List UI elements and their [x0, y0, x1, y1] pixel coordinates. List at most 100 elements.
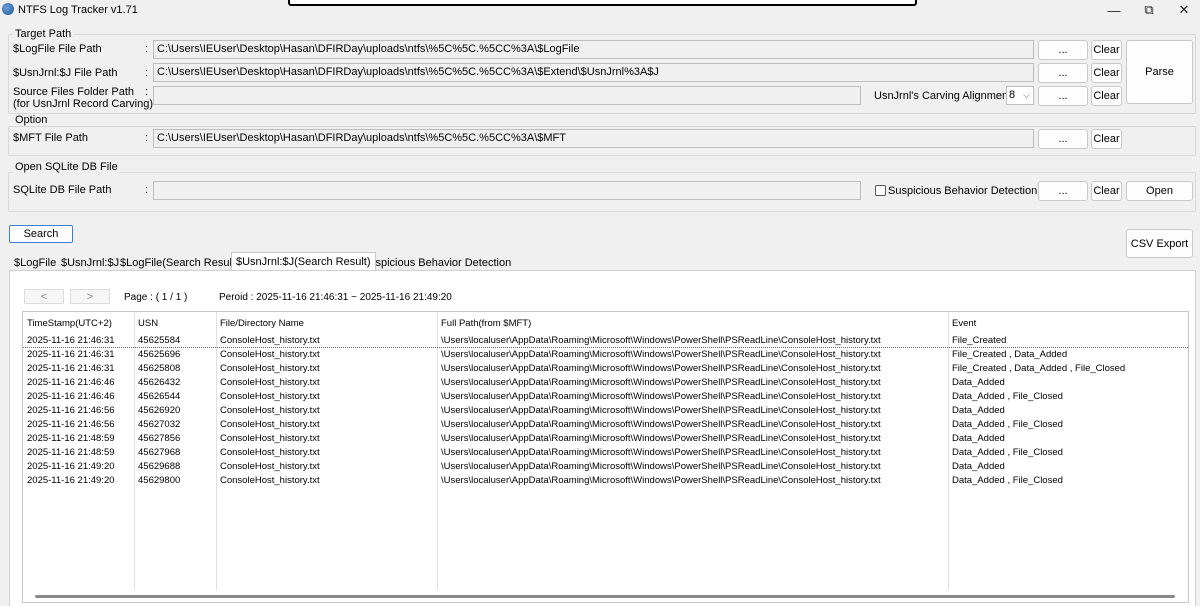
source-folder-sublabel: (for UsnJrnl Record Carving) [13, 98, 153, 110]
table-row[interactable]: 2025-11-16 21:46:46 45626544 ConsoleHost_h… [23, 390, 1188, 404]
mft-clear-button[interactable]: Clear [1091, 129, 1122, 149]
parse-button[interactable]: Parse [1126, 40, 1193, 104]
cell-event: Data_Added , File_Closed [952, 475, 1063, 486]
cell-name: ConsoleHost_history.txt [220, 405, 320, 416]
prev-page-button[interactable]: < [24, 289, 64, 304]
column-header-event[interactable]: Event [952, 318, 976, 329]
logfile-browse-button[interactable]: ... [1038, 40, 1088, 60]
window-title: NTFS Log Tracker v1.71 [18, 4, 138, 16]
horizontal-scrollbar[interactable] [23, 590, 1188, 602]
table-row[interactable]: 2025-11-16 21:49:20 45629800 ConsoleHost_h… [23, 474, 1188, 488]
carving-alignment-label: UsnJrnl's Carving Alignment : [874, 90, 1018, 102]
usnjrnl-clear-button[interactable]: Clear [1091, 63, 1122, 83]
table-row[interactable]: 2025-11-16 21:46:31 45625808 ConsoleHost_h… [23, 362, 1188, 376]
column-header-full-path[interactable]: Full Path(from $MFT) [441, 318, 531, 329]
open-button[interactable]: Open [1126, 181, 1193, 201]
cell-timestamp: 2025-11-16 21:46:46 [27, 391, 115, 402]
search-button[interactable]: Search [9, 225, 73, 243]
mft-browse-button[interactable]: ... [1038, 129, 1088, 149]
cell-usn: 45627032 [138, 419, 181, 430]
cell-name: ConsoleHost_history.txt [220, 419, 320, 430]
cell-name: ConsoleHost_history.txt [220, 377, 320, 388]
table-row[interactable]: 2025-11-16 21:46:56 45626920 ConsoleHost_h… [23, 404, 1188, 418]
cell-usn: 45626544 [138, 391, 181, 402]
cell-full-path: \Users\localuser\AppData\Roaming\Microso… [441, 405, 881, 416]
source-folder-field[interactable] [153, 86, 861, 105]
mft-colon: : [145, 132, 149, 144]
logfile-clear-button[interactable]: Clear [1091, 40, 1122, 60]
cell-name: ConsoleHost_history.txt [220, 433, 320, 444]
source-folder-browse-button[interactable]: ... [1038, 86, 1088, 106]
logfile-path-field[interactable]: C:\Users\IEUser\Desktop\Hasan\DFIRDay\up… [153, 40, 1034, 59]
title-bar-overlay [288, 0, 917, 6]
cell-full-path: \Users\localuser\AppData\Roaming\Microso… [441, 419, 881, 430]
cell-event: File_Created , Data_Added [952, 349, 1068, 360]
scrollbar-thumb[interactable] [35, 595, 1175, 598]
tab-logfile-search-result[interactable]: $LogFile(Search Result) [120, 257, 239, 269]
logfile-path-label: $LogFile File Path [13, 43, 102, 55]
results-table[interactable]: TimeStamp(UTC+2) USN File/Directory Name… [22, 311, 1189, 603]
sqlite-path-field[interactable] [153, 181, 861, 200]
cell-full-path: \Users\localuser\AppData\Roaming\Microso… [441, 391, 881, 402]
usnjrnl-colon: : [145, 67, 149, 79]
source-folder-clear-button[interactable]: Clear [1091, 86, 1122, 106]
cell-full-path: \Users\localuser\AppData\Roaming\Microso… [441, 377, 881, 388]
usnjrnl-browse-button[interactable]: ... [1038, 63, 1088, 83]
cell-usn: 45626432 [138, 377, 181, 388]
cell-usn: 45625696 [138, 349, 181, 360]
minimize-icon[interactable]: — [1094, 0, 1134, 20]
column-header-name[interactable]: File/Directory Name [220, 318, 304, 329]
cell-event: Data_Added [952, 405, 1005, 416]
cell-timestamp: 2025-11-16 21:48:59 [27, 433, 115, 444]
cell-full-path: \Users\localuser\AppData\Roaming\Microso… [441, 335, 881, 346]
sqlite-browse-button[interactable]: ... [1038, 181, 1088, 201]
usnjrnl-path-label: $UsnJrnl:$J File Path [13, 67, 118, 79]
sqlite-colon: : [145, 184, 149, 196]
restore-icon[interactable]: ⧉ [1129, 0, 1169, 20]
close-icon[interactable]: ✕ [1164, 0, 1200, 20]
tab-suspicious-behavior[interactable]: Suspicious Behavior Detection [362, 257, 511, 269]
cell-usn: 45627968 [138, 447, 181, 458]
table-row[interactable]: 2025-11-16 21:46:31 45625696 ConsoleHost_h… [23, 348, 1188, 362]
cell-timestamp: 2025-11-16 21:49:20 [27, 475, 115, 486]
cell-name: ConsoleHost_history.txt [220, 363, 320, 374]
cell-timestamp: 2025-11-16 21:48:59 [27, 447, 115, 458]
table-row[interactable]: 2025-11-16 21:46:31 45625584 ConsoleHost_h… [23, 334, 1188, 348]
chevron-down-icon: ⌵ [1023, 90, 1030, 100]
title-bar: NTFS Log Tracker v1.71 — ⧉ ✕ [0, 0, 1200, 20]
cell-full-path: \Users\localuser\AppData\Roaming\Microso… [441, 475, 881, 486]
tab-usnjrnl-search-result[interactable]: $UsnJrnl:$J(Search Result) [231, 252, 376, 270]
table-row[interactable]: 2025-11-16 21:46:46 45626432 ConsoleHost_h… [23, 376, 1188, 390]
column-header-timestamp[interactable]: TimeStamp(UTC+2) [27, 318, 112, 329]
cell-usn: 45625584 [138, 335, 181, 346]
column-header-usn[interactable]: USN [138, 318, 158, 329]
app-icon [2, 3, 14, 15]
csv-export-button[interactable]: CSV Export [1126, 229, 1193, 258]
target-path-group-label: Target Path [13, 28, 74, 40]
carving-alignment-select[interactable]: 8 ⌵ [1006, 86, 1034, 105]
cell-full-path: \Users\localuser\AppData\Roaming\Microso… [441, 363, 881, 374]
cell-usn: 45627856 [138, 433, 181, 444]
cell-timestamp: 2025-11-16 21:46:31 [27, 335, 115, 346]
cell-event: Data_Added [952, 377, 1005, 388]
cell-event: File_Created , Data_Added , File_Closed [952, 363, 1126, 374]
tab-usnjrnl[interactable]: $UsnJrnl:$J [61, 257, 119, 269]
suspicious-behavior-label: Suspicious Behavior Detection [888, 185, 1038, 197]
cell-full-path: \Users\localuser\AppData\Roaming\Microso… [441, 447, 881, 458]
cell-event: Data_Added [952, 461, 1005, 472]
next-page-button[interactable]: > [70, 289, 110, 304]
usnjrnl-path-field[interactable]: C:\Users\IEUser\Desktop\Hasan\DFIRDay\up… [153, 63, 1034, 82]
suspicious-behavior-checkbox[interactable] [875, 185, 886, 196]
cell-event: Data_Added , File_Closed [952, 419, 1063, 430]
mft-path-field[interactable]: C:\Users\IEUser\Desktop\Hasan\DFIRDay\up… [153, 129, 1034, 148]
table-row[interactable]: 2025-11-16 21:46:56 45627032 ConsoleHost_h… [23, 418, 1188, 432]
table-row[interactable]: 2025-11-16 21:48:59 45627856 ConsoleHost_h… [23, 432, 1188, 446]
sqlite-clear-button[interactable]: Clear [1091, 181, 1122, 201]
tab-logfile[interactable]: $LogFile [14, 257, 56, 269]
cell-usn: 45629800 [138, 475, 181, 486]
cell-timestamp: 2025-11-16 21:46:46 [27, 377, 115, 388]
cell-event: Data_Added , File_Closed [952, 447, 1063, 458]
table-row[interactable]: 2025-11-16 21:48:59 45627968 ConsoleHost_h… [23, 446, 1188, 460]
cell-full-path: \Users\localuser\AppData\Roaming\Microso… [441, 461, 881, 472]
table-row[interactable]: 2025-11-16 21:49:20 45629688 ConsoleHost_h… [23, 460, 1188, 474]
